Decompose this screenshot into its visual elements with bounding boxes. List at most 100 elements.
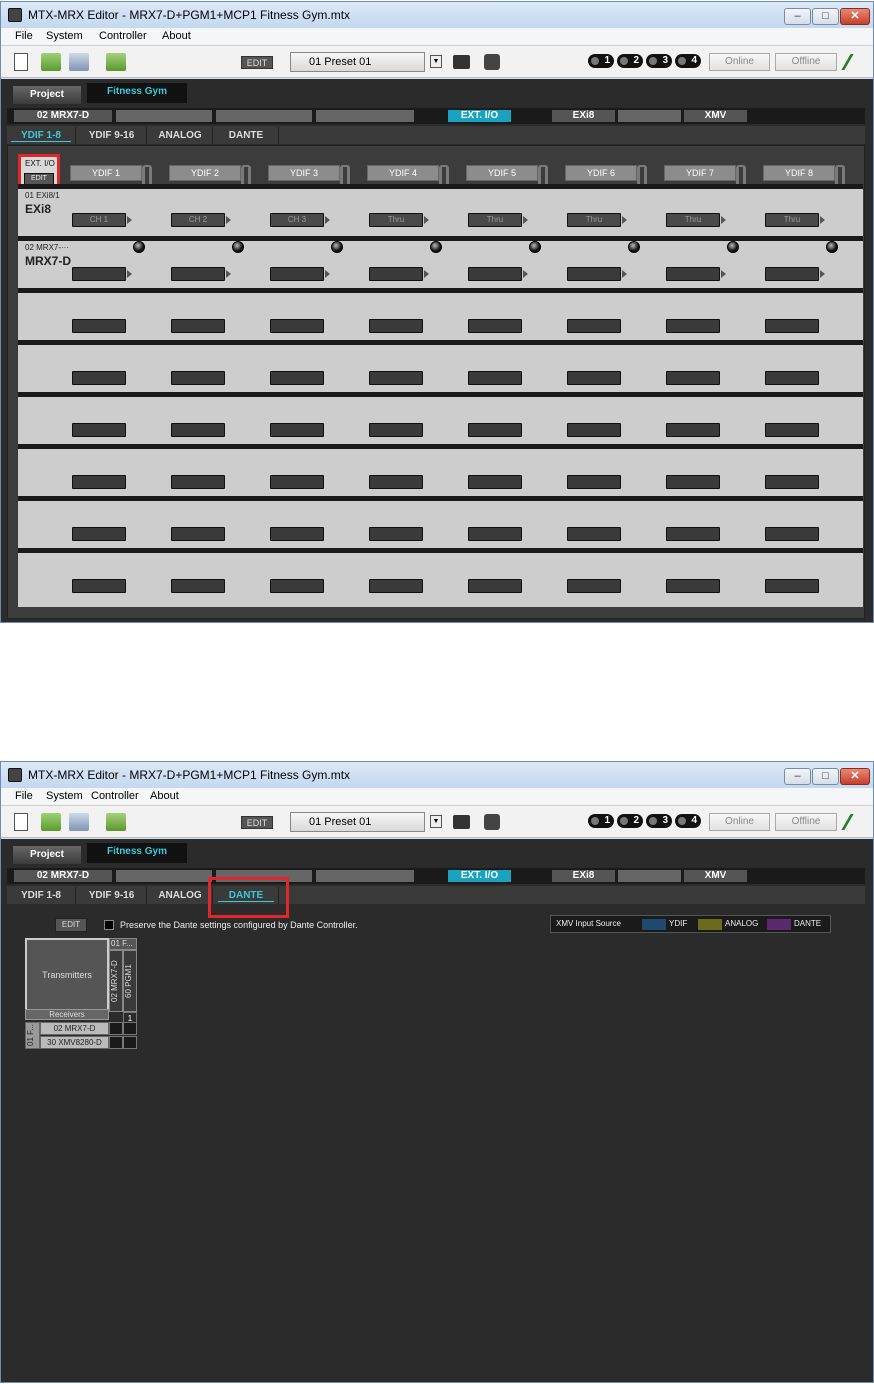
routing-cell-button[interactable] xyxy=(72,267,126,281)
tab-ydif-9-16[interactable]: YDIF 9-16 xyxy=(77,127,147,144)
routing-cell-button[interactable] xyxy=(171,371,225,385)
link-icon[interactable] xyxy=(484,54,500,70)
routing-cell-button[interactable] xyxy=(270,579,324,593)
device-slot-empty[interactable] xyxy=(617,109,682,123)
routing-cell-button[interactable] xyxy=(468,319,522,333)
routing-cell-button[interactable] xyxy=(666,319,720,333)
routing-cell-button[interactable] xyxy=(72,475,126,489)
routing-cell-button[interactable] xyxy=(666,579,720,593)
routing-cell-button[interactable] xyxy=(765,423,819,437)
routing-cell-button[interactable] xyxy=(171,527,225,541)
scene-2-button[interactable]: 2 xyxy=(617,54,643,68)
dante-edit-button[interactable]: EDIT xyxy=(55,918,87,932)
routing-cell-button[interactable] xyxy=(171,579,225,593)
routing-cell-button[interactable]: Thru xyxy=(567,213,621,227)
device-slot-ext-io[interactable]: EXT. I/O xyxy=(447,109,512,123)
minimize-button[interactable]: – xyxy=(784,768,811,785)
matrix-cell[interactable] xyxy=(123,1022,137,1035)
matrix-cell[interactable] xyxy=(109,1022,123,1035)
connector-knob-icon[interactable] xyxy=(331,241,343,253)
matrix-cell[interactable] xyxy=(109,1036,123,1049)
tab-dante[interactable]: DANTE xyxy=(214,127,279,144)
routing-cell-button[interactable] xyxy=(765,579,819,593)
menu-file[interactable]: File xyxy=(15,790,33,802)
maximize-button[interactable]: □ xyxy=(812,768,839,785)
routing-cell-button[interactable] xyxy=(567,423,621,437)
routing-cell-button[interactable] xyxy=(171,423,225,437)
routing-cell-button[interactable]: CH 1 xyxy=(72,213,126,227)
device-slot-empty[interactable] xyxy=(215,109,313,123)
tab-analog[interactable]: ANALOG xyxy=(148,127,213,144)
routing-cell-button[interactable] xyxy=(171,267,225,281)
network-icon[interactable] xyxy=(69,813,89,831)
new-file-icon[interactable] xyxy=(14,53,28,71)
routing-cell-button[interactable] xyxy=(270,267,324,281)
routing-cell-button[interactable] xyxy=(468,267,522,281)
routing-cell-button[interactable]: CH 3 xyxy=(270,213,324,227)
menu-system[interactable]: System xyxy=(46,790,83,802)
chevron-down-icon[interactable]: ▼ xyxy=(430,815,442,828)
connector-knob-icon[interactable] xyxy=(430,241,442,253)
routing-cell-button[interactable] xyxy=(765,527,819,541)
tab-analog[interactable]: ANALOG xyxy=(148,887,213,904)
connector-knob-icon[interactable] xyxy=(826,241,838,253)
camera-icon[interactable] xyxy=(453,815,470,829)
tab-fitness-gym[interactable]: Fitness Gym xyxy=(87,843,187,863)
routing-cell-button[interactable] xyxy=(666,267,720,281)
routing-cell-button[interactable] xyxy=(468,423,522,437)
routing-cell-button[interactable] xyxy=(270,423,324,437)
routing-cell-button[interactable]: Thru xyxy=(369,213,423,227)
routing-cell-button[interactable] xyxy=(666,423,720,437)
routing-cell-button[interactable] xyxy=(666,371,720,385)
open-file-icon[interactable] xyxy=(41,53,61,71)
routing-cell-button[interactable]: Thru xyxy=(765,213,819,227)
close-button[interactable]: ✕ xyxy=(840,768,870,785)
open-file-icon[interactable] xyxy=(41,813,61,831)
routing-cell-button[interactable]: CH 2 xyxy=(171,213,225,227)
scene-4-button[interactable]: 4 xyxy=(675,814,701,828)
routing-cell-button[interactable] xyxy=(171,475,225,489)
menu-about[interactable]: About xyxy=(162,30,191,42)
routing-cell-button[interactable] xyxy=(567,579,621,593)
preset-edit-button[interactable]: EDIT xyxy=(241,56,273,69)
routing-cell-button[interactable] xyxy=(72,423,126,437)
routing-cell-button[interactable] xyxy=(567,319,621,333)
device-slot-exi8[interactable]: EXi8 xyxy=(551,109,616,123)
device-slot-empty[interactable] xyxy=(115,869,213,883)
device-slot-xmv[interactable]: XMV xyxy=(683,869,748,883)
connector-knob-icon[interactable] xyxy=(133,241,145,253)
device-slot-empty[interactable] xyxy=(115,109,213,123)
device-slot-exi8[interactable]: EXi8 xyxy=(551,869,616,883)
device-slot-ext-io[interactable]: EXT. I/O xyxy=(447,869,512,883)
preset-select[interactable]: 01 Preset 01 xyxy=(290,52,425,72)
routing-cell-button[interactable] xyxy=(270,475,324,489)
preset-select[interactable]: 01 Preset 01 xyxy=(290,812,425,832)
connector-knob-icon[interactable] xyxy=(529,241,541,253)
device-slot-empty[interactable] xyxy=(315,869,415,883)
matrix-cell[interactable] xyxy=(123,1036,137,1049)
new-file-icon[interactable] xyxy=(14,813,28,831)
camera-icon[interactable] xyxy=(453,55,470,69)
routing-cell-button[interactable] xyxy=(270,319,324,333)
routing-cell-button[interactable] xyxy=(666,527,720,541)
routing-cell-button[interactable] xyxy=(369,319,423,333)
routing-cell-button[interactable] xyxy=(72,319,126,333)
maximize-button[interactable]: □ xyxy=(812,8,839,25)
preset-edit-button[interactable]: EDIT xyxy=(241,816,273,829)
device-slot-empty[interactable] xyxy=(315,109,415,123)
tab-ydif-9-16[interactable]: YDIF 9-16 xyxy=(77,887,147,904)
online-button[interactable]: Online xyxy=(709,813,770,831)
routing-cell-button[interactable] xyxy=(369,527,423,541)
tab-ydif-1-8[interactable]: YDIF 1-8 xyxy=(7,127,76,144)
routing-cell-button[interactable] xyxy=(270,527,324,541)
routing-cell-button[interactable]: Thru xyxy=(468,213,522,227)
routing-cell-button[interactable] xyxy=(567,267,621,281)
menu-controller[interactable]: Controller xyxy=(91,790,139,802)
routing-cell-button[interactable] xyxy=(468,527,522,541)
routing-cell-button[interactable] xyxy=(270,371,324,385)
routing-cell-button[interactable] xyxy=(468,371,522,385)
menu-file[interactable]: File xyxy=(15,30,33,42)
close-button[interactable]: ✕ xyxy=(840,8,870,25)
chevron-down-icon[interactable]: ▼ xyxy=(430,55,442,68)
device-slot-empty[interactable] xyxy=(617,869,682,883)
